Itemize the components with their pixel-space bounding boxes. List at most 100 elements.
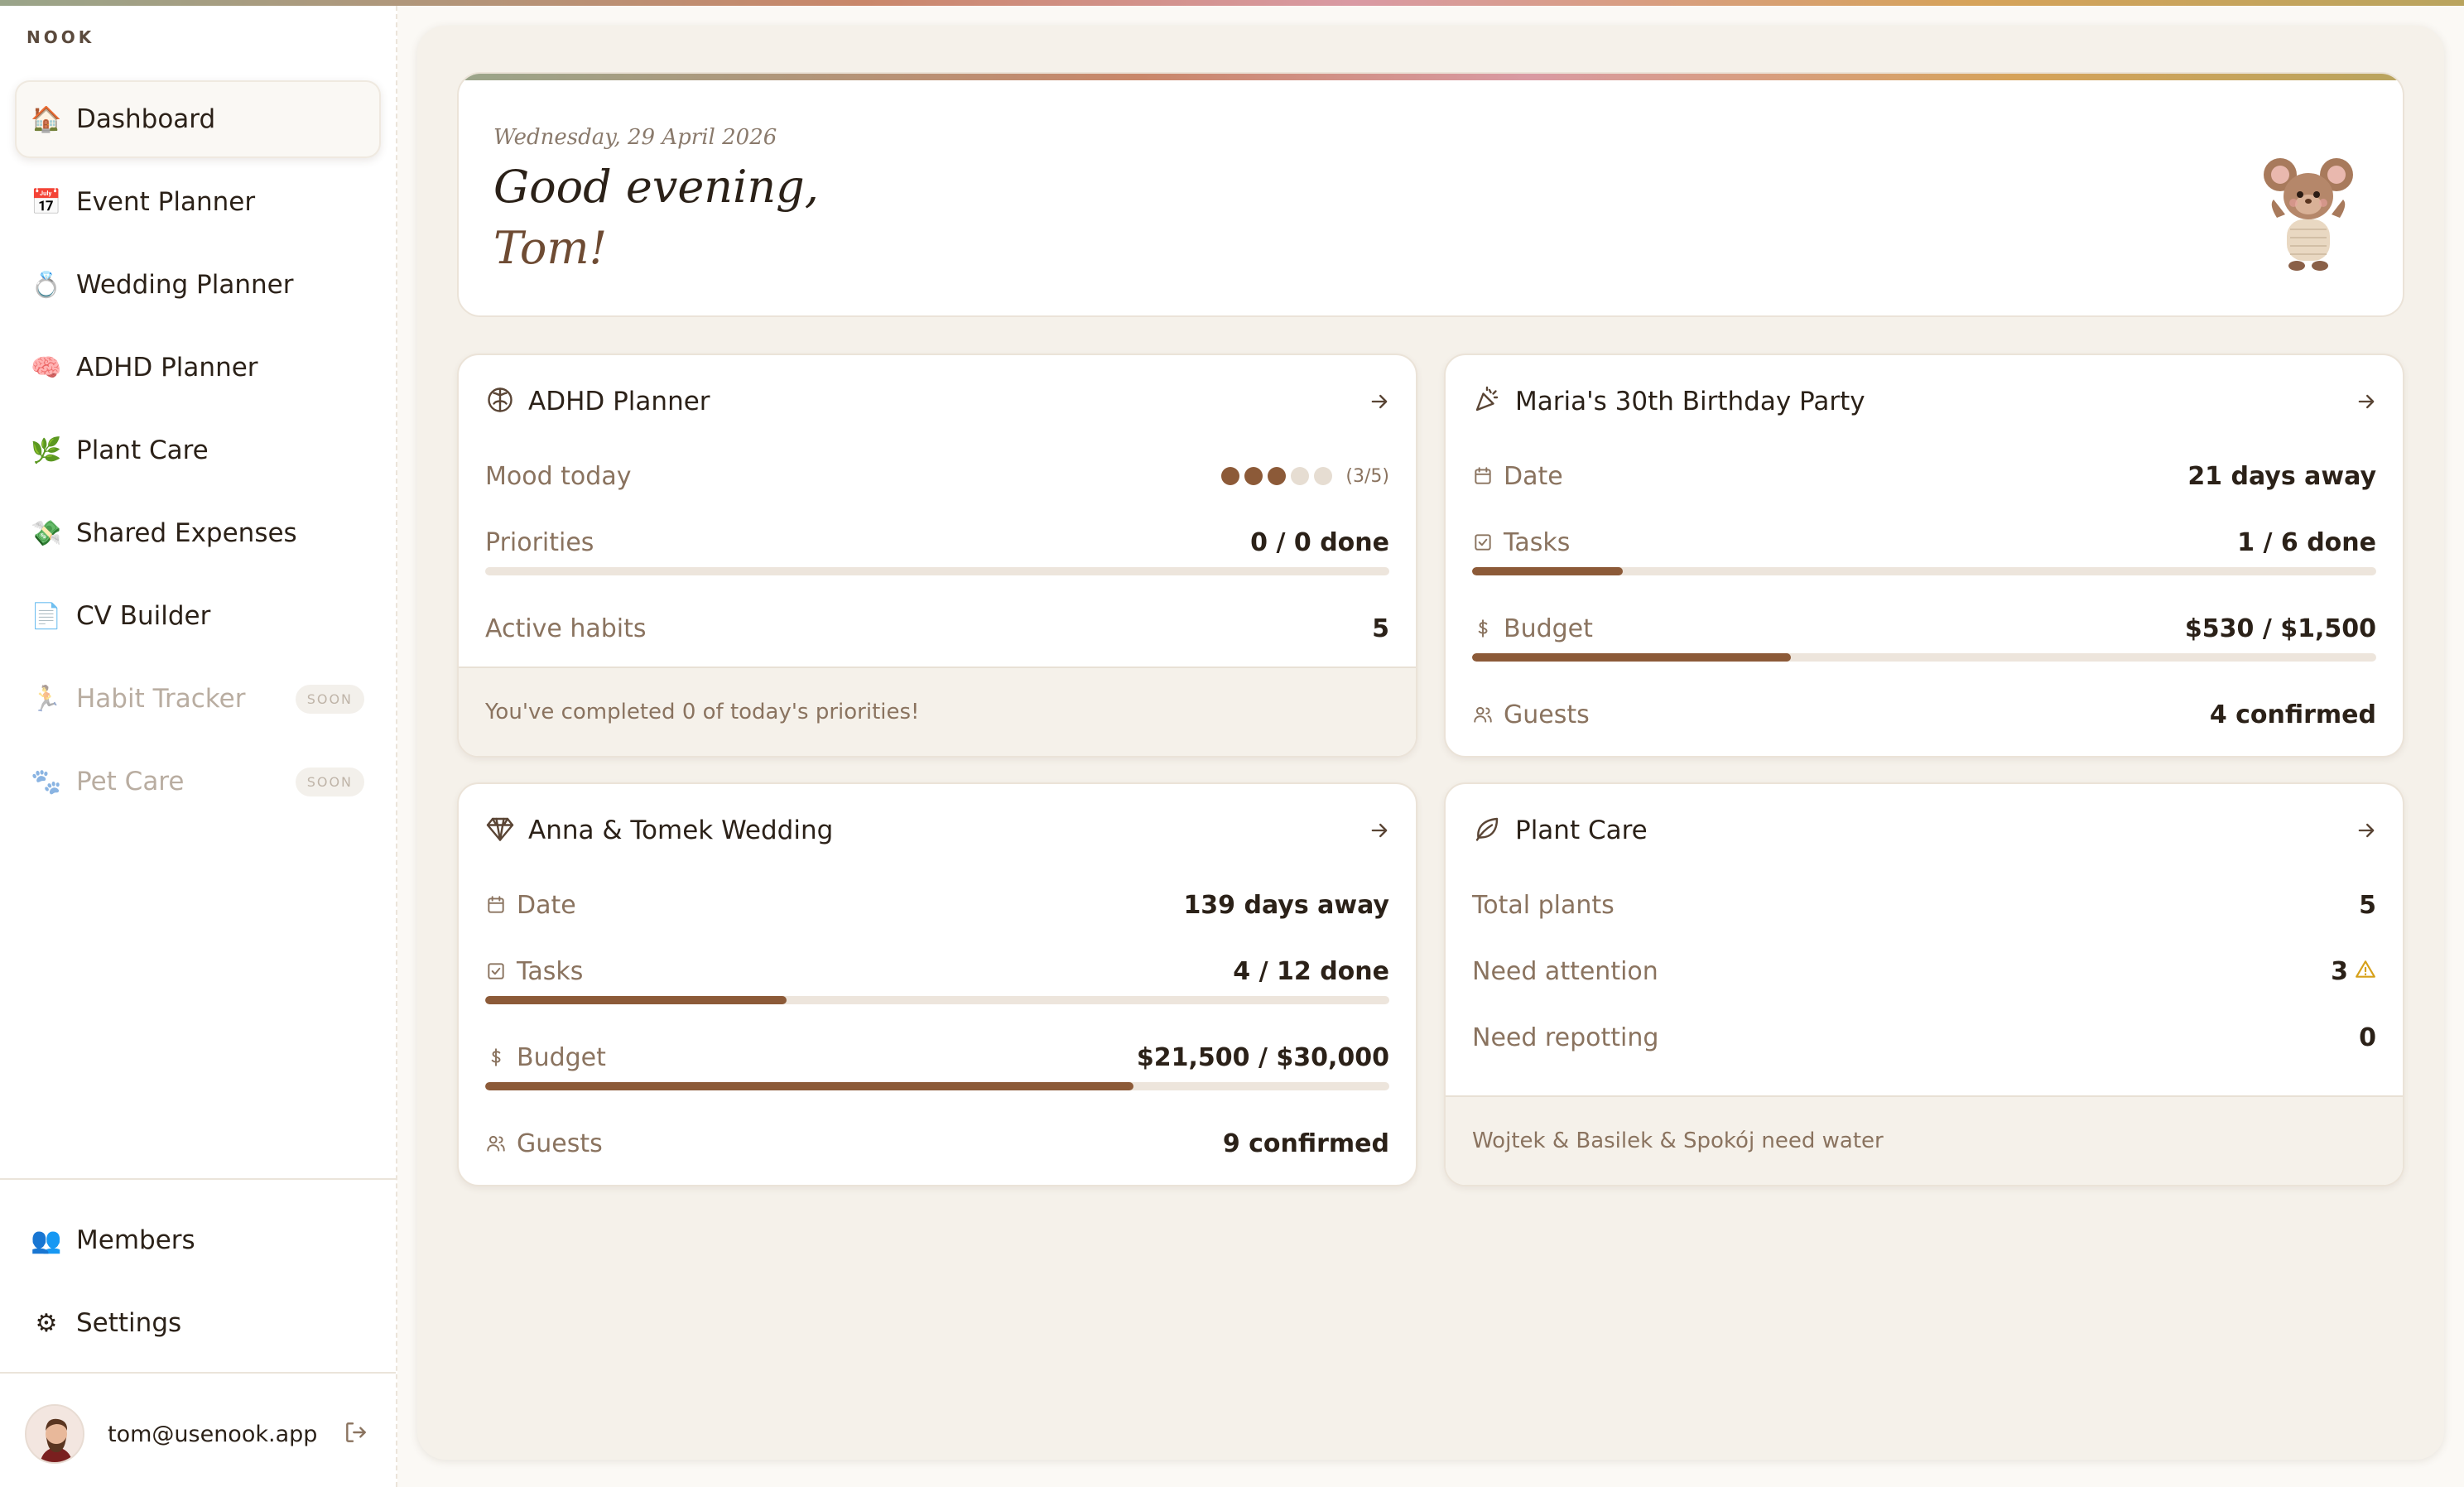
date-row: Date 21 days away — [1472, 458, 2376, 494]
hero-gradient-stripe — [459, 74, 2403, 80]
greeting-line: Good evening, — [493, 161, 819, 213]
birthday-party-card[interactable]: Maria's 30th Birthday Party Date 21 days… — [1444, 354, 2404, 758]
people-icon: 👥 — [31, 1225, 62, 1255]
money-icon: 💸 — [31, 518, 62, 548]
logout-icon[interactable] — [343, 1419, 369, 1449]
gear-icon: ⚙ — [35, 1308, 58, 1338]
habits-label: Active habits — [485, 614, 647, 643]
sidebar-item-label: Event Planner — [76, 187, 256, 217]
sidebar-item-members[interactable]: 👥 Members — [15, 1201, 381, 1279]
arrow-right-icon[interactable] — [2355, 390, 2378, 416]
progress-fill — [1472, 567, 1624, 575]
herb-icon: 🌿 — [31, 436, 62, 465]
priorities-row: Priorities 0 / 0 done — [485, 524, 1389, 561]
sidebar-item-plant-care[interactable]: 🌿 Plant Care — [15, 411, 381, 489]
current-date: Wednesday, 29 April 2026 — [493, 125, 777, 150]
card-header: Maria's 30th Birthday Party — [1472, 385, 1865, 418]
guests-label-text: Guests — [1504, 700, 1590, 729]
sidebar-divider — [0, 1372, 396, 1374]
arrow-right-icon[interactable] — [2355, 819, 2378, 845]
need-attention-row: Need attention 3 — [1472, 953, 2376, 989]
brain-icon — [485, 385, 515, 418]
need-repotting-row: Need repotting 0 — [1472, 1019, 2376, 1056]
mood-dot — [1314, 467, 1333, 485]
card-header: Plant Care — [1472, 814, 1648, 847]
dollar-icon — [491, 1048, 501, 1066]
arrow-right-icon[interactable] — [1368, 390, 1391, 416]
total-plants-row: Total plants 5 — [1472, 887, 2376, 923]
budget-value: $21,500 / $30,000 — [1136, 1042, 1389, 1072]
card-footer-message: You've completed 0 of today's priorities… — [459, 667, 1416, 756]
sidebar-item-cv-builder[interactable]: 📄 CV Builder — [15, 577, 381, 655]
brain-icon: 🧠 — [31, 353, 62, 383]
budget-row: Budget $21,500 / $30,000 — [485, 1039, 1389, 1076]
paw-icon: 🐾 — [31, 767, 62, 796]
sidebar-item-label: Pet Care — [76, 767, 185, 796]
people-icon — [1474, 706, 1492, 723]
plant-care-card[interactable]: Plant Care Total plants 5 Need attention… — [1444, 782, 2404, 1186]
date-label-text: Date — [1504, 461, 1563, 491]
card-title: Plant Care — [1515, 816, 1648, 845]
mouse-mascot-icon — [2260, 150, 2356, 277]
top-gradient-stripe — [0, 0, 2464, 6]
greeting-name: Tom! — [493, 222, 608, 274]
wedding-card[interactable]: Anna & Tomek Wedding Date 139 days away … — [457, 782, 1417, 1186]
dollar-icon — [1478, 619, 1488, 638]
guests-value: 4 confirmed — [2209, 700, 2376, 729]
budget-progress-bar — [485, 1082, 1389, 1090]
mood-dot — [1291, 467, 1310, 485]
greeting-card: Wednesday, 29 April 2026 Good evening, T… — [457, 72, 2404, 317]
tasks-value: 1 / 6 done — [2237, 527, 2376, 557]
budget-row: Budget $530 / $1,500 — [1472, 610, 2376, 647]
soon-badge: SOON — [295, 767, 364, 796]
need-attention-value: 3 — [2331, 957, 2348, 986]
adhd-planner-card[interactable]: ADHD Planner Mood today (3/5) Priorities… — [457, 354, 1417, 758]
ring-icon: 💍 — [31, 270, 62, 300]
sidebar-bottom-nav: 👥 Members ⚙ Settings — [15, 1201, 381, 1367]
budget-progress-bar — [1472, 653, 2376, 662]
card-header: ADHD Planner — [485, 385, 710, 418]
sidebar-item-wedding-planner[interactable]: 💍 Wedding Planner — [15, 246, 381, 324]
calendar-icon — [1475, 467, 1491, 484]
date-value: 139 days away — [1183, 890, 1389, 920]
sidebar-item-dashboard[interactable]: 🏠 Dashboard — [15, 80, 381, 158]
date-label: Date — [1472, 462, 1563, 491]
need-attention-label: Need attention — [1472, 956, 1658, 986]
card-title: Anna & Tomek Wedding — [528, 816, 834, 845]
warning-icon — [2355, 959, 2376, 984]
sidebar-item-event-planner[interactable]: 📅 Event Planner — [15, 163, 381, 241]
date-value: 21 days away — [2187, 461, 2376, 491]
need-repotting-value: 0 — [2359, 1023, 2376, 1052]
sidebar-item-pet-care: 🐾 Pet Care SOON — [15, 743, 381, 820]
tasks-row: Tasks 4 / 12 done — [485, 953, 1389, 989]
calendar-icon: 📅 — [31, 187, 62, 217]
mood-dot — [1221, 467, 1240, 485]
sidebar-item-settings[interactable]: ⚙ Settings — [15, 1284, 381, 1362]
party-popper-icon — [1472, 385, 1502, 418]
progress-fill — [485, 996, 787, 1004]
progress-fill — [1472, 653, 1792, 662]
arrow-right-icon[interactable] — [1368, 819, 1391, 845]
budget-value: $530 / $1,500 — [2184, 614, 2376, 643]
sidebar-item-label: Wedding Planner — [76, 270, 294, 300]
date-label: Date — [485, 891, 576, 920]
checkbox-icon — [488, 963, 504, 979]
tasks-progress-bar — [485, 996, 1389, 1004]
budget-label-text: Budget — [1504, 614, 1593, 643]
need-repotting-label: Need repotting — [1472, 1023, 1659, 1052]
avatar[interactable] — [25, 1404, 84, 1464]
mood-dot — [1244, 467, 1263, 485]
sidebar-item-adhd-planner[interactable]: 🧠 ADHD Planner — [15, 329, 381, 407]
habits-row: Active habits 5 — [485, 610, 1389, 647]
sidebar-item-habit-tracker: 🏃 Habit Tracker SOON — [15, 660, 381, 738]
tasks-label-text: Tasks — [517, 956, 584, 986]
sidebar-item-label: Plant Care — [76, 436, 209, 465]
sidebar-item-label: Settings — [76, 1308, 182, 1338]
sidebar-item-shared-expenses[interactable]: 💸 Shared Expenses — [15, 494, 381, 572]
document-icon: 📄 — [31, 601, 62, 631]
guests-row: Guests 4 confirmed — [1472, 696, 2376, 733]
sidebar-item-label: Members — [76, 1225, 195, 1255]
total-plants-label: Total plants — [1472, 890, 1615, 920]
house-icon: 🏠 — [31, 104, 62, 134]
progress-fill — [485, 1082, 1133, 1090]
